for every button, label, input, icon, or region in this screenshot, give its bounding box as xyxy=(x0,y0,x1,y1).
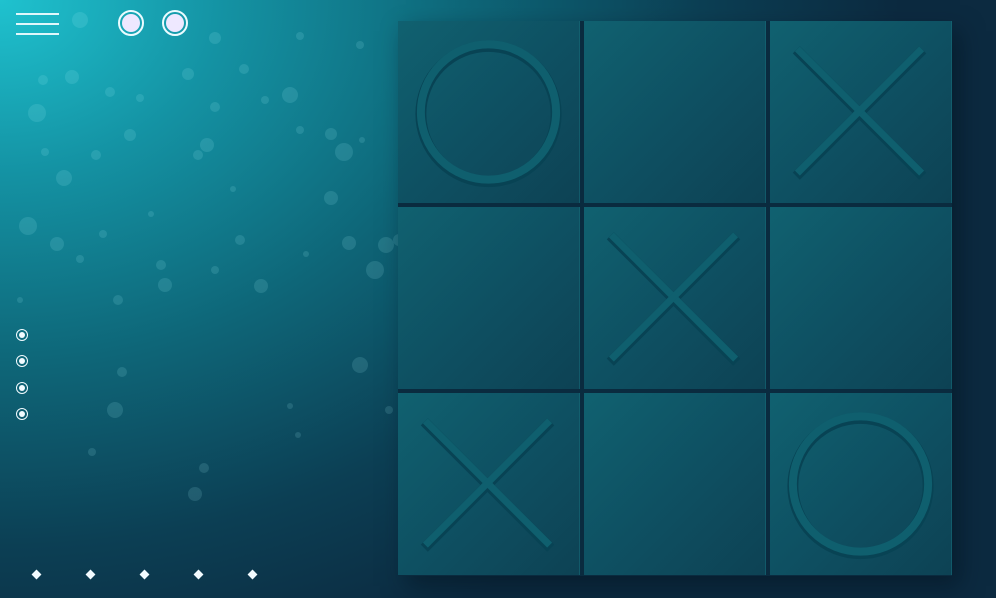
radio-dot-icon xyxy=(19,332,25,338)
o-mark-icon xyxy=(787,412,934,560)
player-two-dot xyxy=(166,14,184,32)
radio-dot-icon xyxy=(19,410,25,417)
x-mark-icon xyxy=(792,46,927,180)
radio-dot-icon xyxy=(19,358,25,365)
player-two-indicator[interactable] xyxy=(162,10,188,36)
radio-dot-icon xyxy=(19,384,25,391)
board-cell-r2c2[interactable] xyxy=(584,207,766,389)
hamburger-menu-icon[interactable] xyxy=(16,13,59,37)
x-mark-icon xyxy=(420,418,555,552)
side-nav-radio-1[interactable] xyxy=(16,329,28,341)
bottom-nav-diamond-icon-1[interactable] xyxy=(31,569,42,580)
side-nav-radio-3[interactable] xyxy=(16,381,28,394)
board-cell-r3c3[interactable] xyxy=(770,393,952,575)
player-one-dot xyxy=(122,14,140,32)
board-cell-r1c2[interactable] xyxy=(584,21,766,203)
bottom-nav-diamond-icon-4[interactable] xyxy=(193,569,204,580)
bottom-nav-diamond-icon-5[interactable] xyxy=(247,569,258,580)
x-mark-icon xyxy=(606,232,741,366)
side-nav-radio-4[interactable] xyxy=(16,407,28,420)
board-cell-r2c1[interactable] xyxy=(398,207,580,389)
board-cell-r1c1[interactable] xyxy=(398,21,580,203)
game-board xyxy=(398,21,952,576)
board-cell-r3c1[interactable] xyxy=(398,393,580,575)
o-mark-icon xyxy=(415,40,562,188)
side-navigation xyxy=(16,329,30,434)
bottom-nav-diamond-icon-3[interactable] xyxy=(139,569,150,580)
board-cell-r1c3[interactable] xyxy=(770,21,952,203)
player-one-indicator[interactable] xyxy=(118,10,144,36)
bottom-nav-diamond-icon-2[interactable] xyxy=(85,569,96,580)
board-cell-r2c3[interactable] xyxy=(770,207,952,389)
side-nav-radio-2[interactable] xyxy=(16,355,28,368)
board-cell-r3c2[interactable] xyxy=(584,393,766,575)
